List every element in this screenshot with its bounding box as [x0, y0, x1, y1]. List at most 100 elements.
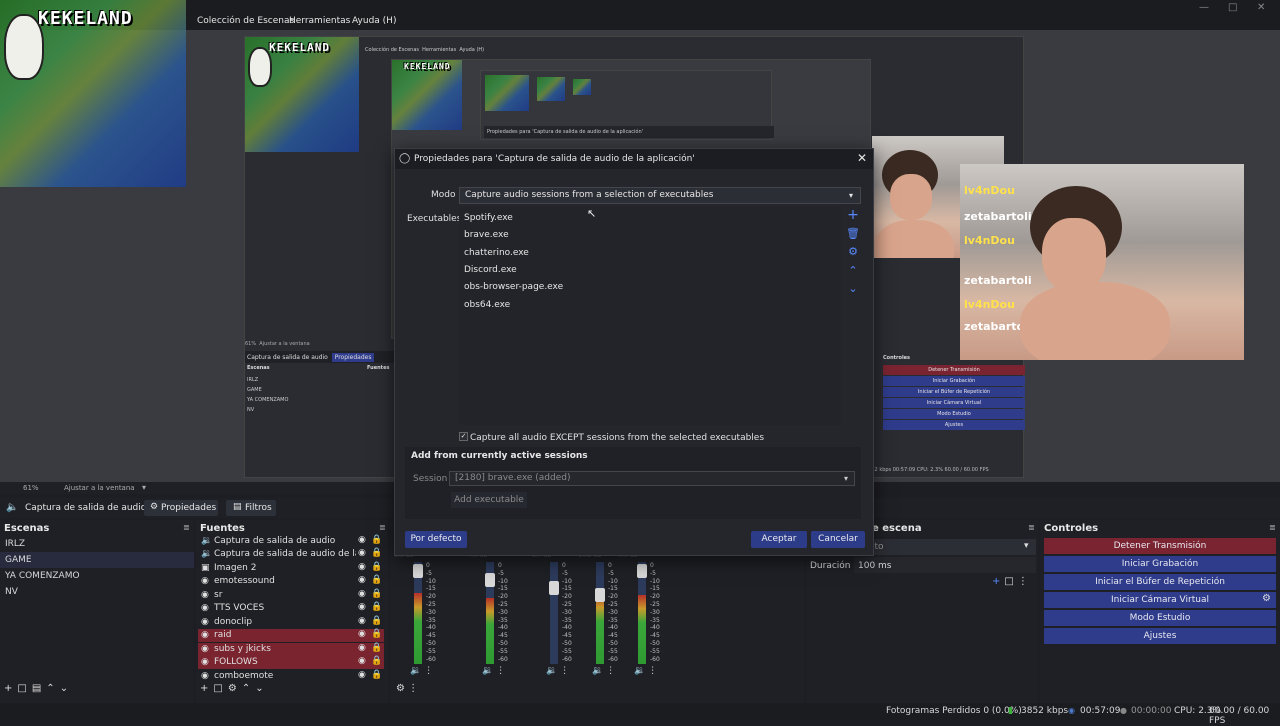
executable-item[interactable]: obs64.exe: [464, 300, 510, 310]
gear-icon[interactable]: ⚙: [228, 683, 242, 694]
control-button[interactable]: Modo Estudio: [1044, 610, 1276, 626]
executable-item[interactable]: Spotify.exe: [464, 213, 513, 223]
cancel-button[interactable]: Cancelar: [811, 531, 865, 548]
menu-scene-collection[interactable]: Colección de Escenas: [197, 16, 294, 26]
source-item[interactable]: ◉ comboemote ◉ 🔒: [198, 670, 384, 683]
scene-item[interactable]: YA COMENZAMO: [0, 568, 194, 584]
eye-icon[interactable]: ◉: [358, 670, 366, 680]
eye-icon[interactable]: ◉: [358, 656, 366, 666]
lock-icon[interactable]: 🔒: [371, 535, 382, 545]
lock-icon[interactable]: 🔒: [371, 629, 382, 639]
control-button[interactable]: Iniciar Grabación: [1044, 556, 1276, 572]
volume-slider-knob[interactable]: [549, 581, 559, 596]
trash-icon[interactable]: □: [213, 683, 227, 694]
executables-list[interactable]: [459, 207, 841, 425]
chevron-down-icon[interactable]: ▾: [142, 483, 146, 492]
source-item[interactable]: ◉ raid ◉ 🔒: [198, 629, 384, 643]
executable-item[interactable]: obs-browser-page.exe: [464, 282, 563, 292]
eye-icon[interactable]: ◉: [358, 562, 366, 572]
add-icon[interactable]: +: [992, 576, 1004, 587]
properties-button[interactable]: ⚙ Propiedades: [144, 500, 218, 516]
add-icon[interactable]: +: [846, 208, 860, 222]
control-button[interactable]: Iniciar Cámara Virtual: [1044, 592, 1276, 608]
eye-icon[interactable]: ◉: [358, 535, 366, 545]
source-item[interactable]: ◉ TTS VOCES ◉ 🔒: [198, 602, 384, 615]
volume-slider-knob[interactable]: [637, 563, 647, 578]
menu-tools[interactable]: Herramientas: [289, 16, 350, 26]
maximize-icon[interactable]: □: [1228, 2, 1237, 13]
menu-help[interactable]: Ayuda (H): [352, 16, 396, 26]
eye-icon[interactable]: ◉: [358, 643, 366, 653]
add-icon[interactable]: +: [4, 683, 17, 694]
lock-icon[interactable]: 🔒: [371, 643, 382, 653]
trash-icon[interactable]: □: [1004, 576, 1017, 587]
eye-icon[interactable]: ◉: [358, 602, 366, 612]
eye-icon[interactable]: ◉: [358, 616, 366, 626]
volume-slider-knob[interactable]: [595, 588, 605, 603]
dock-float-icon[interactable]: ≣: [1028, 523, 1035, 532]
dock-float-icon[interactable]: ≣: [379, 523, 386, 532]
lock-icon[interactable]: 🔒: [371, 562, 382, 572]
close-icon[interactable]: ✕: [857, 151, 867, 165]
transition-select[interactable]: lto ▾: [868, 539, 1036, 555]
trash-icon[interactable]: 🗑: [846, 227, 860, 241]
gear-icon[interactable]: ⚙: [1262, 593, 1271, 604]
defaults-button[interactable]: Por defecto: [405, 531, 467, 548]
volume-slider-knob[interactable]: [413, 563, 423, 578]
volume-meter[interactable]: [549, 562, 559, 664]
zoom-fit-dropdown[interactable]: Ajustar a la ventana: [64, 484, 135, 492]
lock-icon[interactable]: 🔒: [371, 548, 382, 558]
dock-float-icon[interactable]: ≣: [183, 523, 190, 532]
scene-item-selected[interactable]: GAME: [0, 552, 194, 568]
filters-button[interactable]: ▤ Filtros: [226, 500, 276, 516]
lock-icon[interactable]: 🔒: [371, 616, 382, 626]
speaker-icon[interactable]: 🔉 ⋮: [592, 666, 615, 676]
control-button[interactable]: Detener Transmisión: [1044, 538, 1276, 554]
source-item[interactable]: ▣ Imagen 2 ◉ 🔒: [198, 562, 384, 575]
filter-icon[interactable]: ▤: [32, 683, 46, 694]
trash-icon[interactable]: □: [17, 683, 31, 694]
volume-meter[interactable]: [485, 562, 495, 664]
speaker-icon[interactable]: 🔉 ⋮: [546, 666, 569, 676]
accept-button[interactable]: Aceptar: [751, 531, 807, 548]
volume-slider-knob[interactable]: [485, 572, 495, 587]
add-executable-button[interactable]: Add executable: [451, 492, 527, 508]
gear-icon[interactable]: ⚙: [846, 245, 860, 259]
lock-icon[interactable]: 🔒: [371, 670, 382, 680]
executable-item[interactable]: brave.exe: [464, 230, 509, 240]
except-checkbox[interactable]: ✓: [459, 432, 468, 441]
more-icon[interactable]: ⋮: [1018, 576, 1032, 587]
eye-icon[interactable]: ◉: [358, 589, 366, 599]
source-item[interactable]: ◉ donoclip ◉ 🔒: [198, 616, 384, 629]
source-item[interactable]: ◉ sr ◉ 🔒: [198, 589, 384, 602]
lock-icon[interactable]: 🔒: [371, 656, 382, 666]
lock-icon[interactable]: 🔒: [371, 589, 382, 599]
lock-icon[interactable]: 🔒: [371, 575, 382, 585]
scene-item[interactable]: NV: [0, 584, 194, 600]
chevron-down-icon[interactable]: ⌄: [60, 683, 73, 694]
speaker-icon[interactable]: 🔉 ⋮: [634, 666, 657, 676]
scene-item[interactable]: IRLZ: [0, 536, 194, 552]
control-button[interactable]: Ajustes: [1044, 628, 1276, 644]
lock-icon[interactable]: 🔒: [371, 602, 382, 612]
chevron-up-icon[interactable]: ⌃: [242, 683, 255, 694]
eye-icon[interactable]: ◉: [358, 575, 366, 585]
speaker-icon[interactable]: 🔉 ⋮: [410, 666, 433, 676]
chevron-up-icon[interactable]: ⌃: [846, 264, 860, 278]
chevron-down-icon[interactable]: ⌄: [846, 282, 860, 296]
volume-meter[interactable]: [595, 562, 605, 664]
mode-select[interactable]: Capture audio sessions from a selection …: [459, 187, 861, 204]
source-item[interactable]: ◉ FOLLOWS ◉ 🔒: [198, 656, 384, 670]
mixer-gear-icon[interactable]: ⚙ ⋮: [396, 683, 418, 694]
source-item[interactable]: 🔉Captura de salida de audio de la aplic◉…: [198, 548, 384, 561]
minimize-icon[interactable]: —: [1199, 2, 1209, 13]
source-item[interactable]: 🔉 Captura de salida de audio ◉ 🔒: [198, 535, 384, 548]
source-item[interactable]: ◉ subs y jkicks ◉ 🔒: [198, 642, 384, 656]
eye-icon[interactable]: ◉: [358, 629, 366, 639]
source-item[interactable]: ◉ emotessound ◉ 🔒: [198, 575, 384, 588]
close-window-icon[interactable]: ✕: [1257, 2, 1265, 13]
dock-float-icon[interactable]: ≣: [1269, 523, 1276, 532]
volume-meter[interactable]: [413, 562, 423, 664]
chevron-up-icon[interactable]: ⌃: [46, 683, 59, 694]
add-icon[interactable]: +: [200, 683, 213, 694]
